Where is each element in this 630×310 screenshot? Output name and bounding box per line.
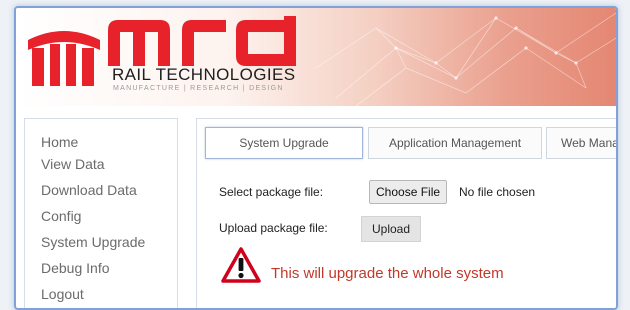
upload-button[interactable]: Upload <box>361 216 422 242</box>
sidebar-item-home[interactable]: Home <box>25 129 177 155</box>
tab-web-management[interactable]: Web Mana <box>546 127 616 159</box>
main-panel: System Upgrade Application Management We… <box>196 118 616 308</box>
network-lines-decoration <box>316 12 616 106</box>
mrd-wordmark-logo <box>108 16 296 66</box>
sidebar-item-config[interactable]: Config <box>25 203 177 229</box>
brand-tagline: MANUFACTURE | RESEARCH | DESIGN <box>113 85 284 92</box>
upload-package-label: Upload package file: <box>219 221 328 235</box>
sidebar-item-view-data[interactable]: View Data <box>25 155 177 177</box>
tab-application-management[interactable]: Application Management <box>368 127 542 159</box>
mrd-logo-icon <box>28 31 100 86</box>
header-banner: RAIL TECHNOLOGIES MANUFACTURE | RESEARCH… <box>16 8 616 106</box>
file-status-text: No file chosen <box>459 185 536 199</box>
sidebar-item-debug-info[interactable]: Debug Info <box>25 255 177 281</box>
tab-bar: System Upgrade Application Management We… <box>205 127 616 159</box>
sidebar-item-download-data[interactable]: Download Data <box>25 177 177 203</box>
tab-system-upgrade[interactable]: System Upgrade <box>205 127 363 159</box>
sidebar-item-logout[interactable]: Logout <box>25 281 177 307</box>
brand-subtitle: RAIL TECHNOLOGIES <box>112 65 296 84</box>
sidebar-item-system-upgrade[interactable]: System Upgrade <box>25 229 177 255</box>
warning-triangle-icon <box>221 247 261 283</box>
sidebar-nav: Home View Data Download Data Config Syst… <box>24 118 178 308</box>
select-package-label: Select package file: <box>219 185 324 199</box>
app-window: RAIL TECHNOLOGIES MANUFACTURE | RESEARCH… <box>14 6 618 310</box>
choose-file-button[interactable]: Choose File <box>369 180 448 204</box>
warning-message: This will upgrade the whole system <box>271 265 504 282</box>
